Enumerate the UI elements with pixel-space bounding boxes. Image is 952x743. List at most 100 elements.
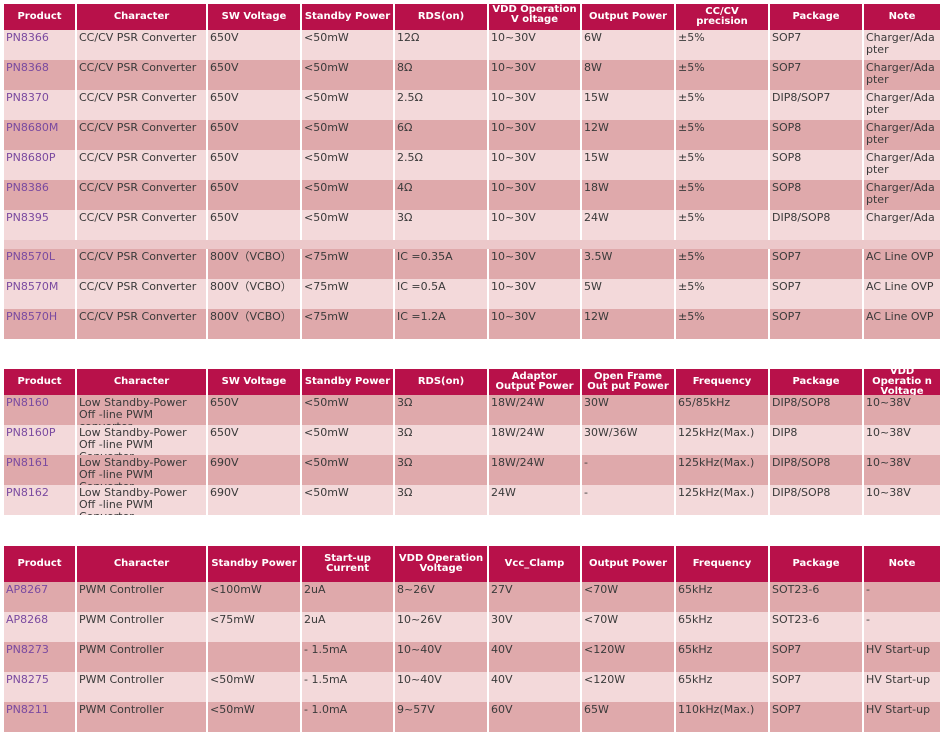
- table-cell: 27V: [489, 582, 582, 612]
- table-cell: 10~40V: [395, 642, 489, 672]
- product-link[interactable]: PN8680M: [4, 120, 77, 150]
- product-link[interactable]: PN8366: [4, 30, 77, 60]
- table-row: PN8368 CC/CV PSR Converter 650V <50mW 8Ω 10~3…: [4, 60, 940, 90]
- product-link[interactable]: PN8680P: [4, 150, 77, 180]
- table-body: PN8160Low Standby-Power Off -line PWM co…: [4, 395, 940, 515]
- table-cell: ±5%: [676, 60, 770, 90]
- table-cell: 2.5Ω: [395, 150, 489, 180]
- header-cell: Standby Power: [302, 369, 395, 395]
- product-link[interactable]: AP8267: [4, 582, 77, 612]
- table-cell: DIP8/SOP8: [770, 395, 864, 425]
- product-link[interactable]: PN8160: [4, 395, 77, 425]
- table-cell: 650V: [208, 120, 302, 150]
- table-cell: 10~30V: [489, 150, 582, 180]
- product-link[interactable]: PN8161: [4, 455, 77, 485]
- product-link[interactable]: PN8368: [4, 60, 77, 90]
- table-cell: 10~40V: [395, 672, 489, 702]
- table-cell: 10~26V: [395, 612, 489, 642]
- header-cell: Standby Power: [208, 546, 302, 582]
- table-cell: PWM Controller: [77, 642, 208, 672]
- table-cell: 2uA: [302, 612, 395, 642]
- table-cell: Charger/Ada pter: [866, 121, 935, 146]
- product-link[interactable]: PN8386: [4, 180, 77, 210]
- table-cell: <50mW: [302, 455, 395, 485]
- product-link[interactable]: PN8273: [4, 642, 77, 672]
- table-row: PN8386 CC/CV PSR Converter 650V <50mW 4Ω 10~3…: [4, 180, 940, 210]
- table-cell: 8W: [582, 60, 676, 90]
- product-link[interactable]: PN8395: [4, 210, 77, 240]
- table-cell: 2uA: [302, 582, 395, 612]
- product-link[interactable]: AP8268: [4, 612, 77, 642]
- table-cell: 65W: [582, 702, 676, 732]
- table-cell: AC Line OVP: [866, 310, 934, 323]
- header-cell: Output Power: [582, 546, 676, 582]
- table-cell: <75mW: [302, 279, 395, 309]
- table-row: PN8395 CC/CV PSR Converter 650V <50mW 3Ω 10~3…: [4, 210, 940, 240]
- table-row: PN8161Low Standby-Power Off -line PWM Co…: [4, 455, 940, 485]
- table-cell: <50mW: [302, 210, 395, 240]
- table-row: PN8680P CC/CV PSR Converter 650V <50mW 2.5Ω 1…: [4, 150, 940, 180]
- table-cell: <50mW: [208, 672, 302, 702]
- table-cell: <120W: [582, 642, 676, 672]
- header-cell: VDD Operatio n Voltage: [872, 369, 932, 395]
- table-cell: - 1.5mA: [302, 672, 395, 702]
- table-body: PN8366 CC/CV PSR Converter 650V <50mW 12Ω 10~…: [4, 30, 940, 240]
- table-cell: Charger/Ada pter: [866, 151, 935, 176]
- table-cell: IC =0.5A: [395, 279, 489, 309]
- table-cell: 4Ω: [395, 180, 489, 210]
- table-cell: ±5%: [676, 279, 770, 309]
- table-cell: <120W: [582, 672, 676, 702]
- table-row: PN8160PLow Standby-Power Off -line PWM C…: [4, 425, 940, 455]
- header-cell: Product: [4, 369, 77, 395]
- product-link[interactable]: PN8211: [4, 702, 77, 732]
- table-cell: 10~30V: [489, 30, 582, 60]
- table-cell: CC/CV PSR Converter: [77, 210, 208, 240]
- table-cell: SOP7: [770, 672, 864, 702]
- table-cell: CC/CV PSR Converter: [77, 60, 208, 90]
- table-cell: 650V: [208, 90, 302, 120]
- table-cell: SOP8: [770, 150, 864, 180]
- product-link[interactable]: PN8160P: [4, 425, 77, 455]
- header-cell: Package: [770, 369, 864, 395]
- table-cell: CC/CV PSR Converter: [77, 30, 208, 60]
- table-cell: 15W: [582, 150, 676, 180]
- table-cell: 24W: [582, 210, 676, 240]
- table-cell: 10~38V: [866, 426, 911, 439]
- table-cell: 10~30V: [489, 309, 582, 339]
- product-link[interactable]: PN8162: [4, 485, 77, 515]
- table-cell: ±5%: [676, 210, 770, 240]
- table-cell: ±5%: [676, 30, 770, 60]
- table-cell: -: [582, 485, 676, 515]
- table-row: AP8267 PWM Controller <100mW 2uA 8~26V 27V <70…: [4, 582, 940, 612]
- table-cell: 10~30V: [489, 249, 582, 279]
- product-link[interactable]: PN8570L: [4, 249, 77, 279]
- product-link[interactable]: PN8570M: [4, 279, 77, 309]
- table-cell: SOT23-6: [770, 612, 864, 642]
- table-header: Product Character SW Voltage Standby Pow…: [4, 369, 940, 395]
- header-cell: Adaptor Output Power: [489, 369, 582, 395]
- table-cell: ±5%: [676, 90, 770, 120]
- table-cell: 10~38V: [866, 456, 911, 469]
- table-cell: 3Ω: [395, 210, 489, 240]
- header-cell: RDS(on): [395, 369, 489, 395]
- header-cell: VDD Operation V oltage: [489, 4, 582, 30]
- table-cell: - 1.0mA: [302, 702, 395, 732]
- table-cell: 8Ω: [395, 60, 489, 90]
- table-cell: 18W: [582, 180, 676, 210]
- table-cell: 12W: [582, 120, 676, 150]
- table-cell: - 1.5mA: [302, 642, 395, 672]
- product-link[interactable]: PN8275: [4, 672, 77, 702]
- table-cell: SOP8: [770, 180, 864, 210]
- table-cell: <50mW: [302, 485, 395, 515]
- table-row: PN8162Low Standby-Power Off -line PWM Co…: [4, 485, 940, 515]
- table-cell: 12Ω: [395, 30, 489, 60]
- product-link[interactable]: PN8370: [4, 90, 77, 120]
- table-cell: ±5%: [676, 150, 770, 180]
- header-cell: Frequency: [676, 369, 770, 395]
- table-cell: PWM Controller: [77, 612, 208, 642]
- header-cell: Package: [770, 4, 864, 30]
- table-cell: 10~38V: [866, 396, 911, 409]
- table-header: Product Character SW Voltage Standby Pow…: [4, 4, 940, 30]
- table-cell: <50mW: [302, 60, 395, 90]
- product-link[interactable]: PN8570H: [4, 309, 77, 339]
